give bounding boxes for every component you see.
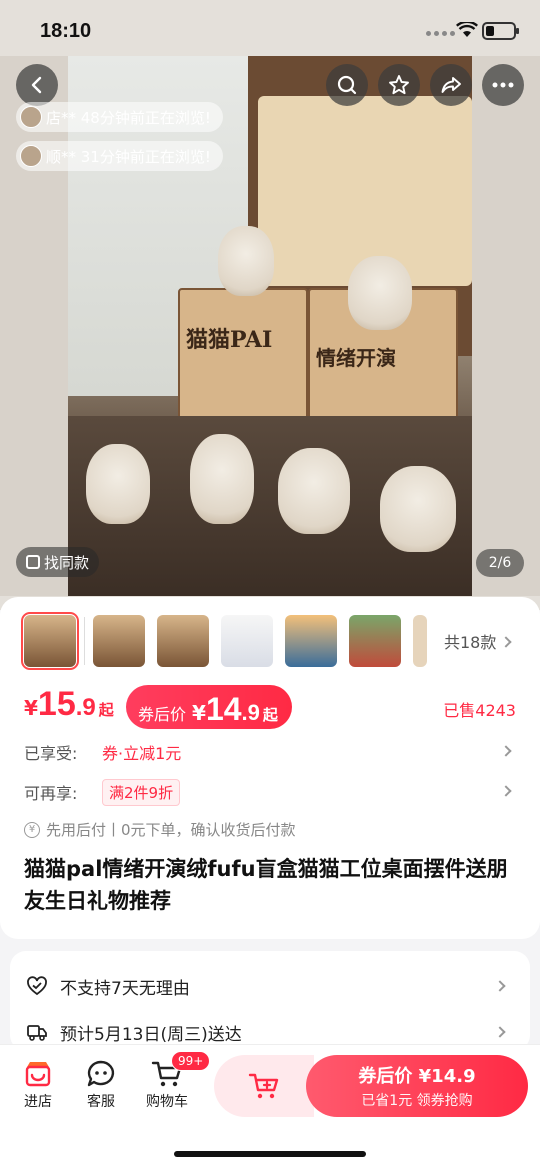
store-button[interactable]: 进店 xyxy=(8,1059,68,1111)
chevron-right-icon xyxy=(494,1026,506,1038)
chat-icon xyxy=(87,1060,115,1087)
variant-thumbnail[interactable] xyxy=(93,615,145,667)
price-integer: 15 xyxy=(37,685,76,723)
coupon-suffix: 起 xyxy=(262,706,278,724)
more-discount-label: 可再享: xyxy=(24,784,78,803)
buy-main-label: 券后价 ¥14.9 xyxy=(358,1066,476,1087)
variant-thumbnail[interactable] xyxy=(285,615,337,667)
price-currency: ¥ xyxy=(24,696,38,720)
chevron-left-icon xyxy=(31,76,42,94)
status-bar: 18:10 xyxy=(0,0,540,56)
all-variants-link[interactable]: 共18款 xyxy=(444,629,513,653)
back-button[interactable] xyxy=(16,64,58,106)
variant-thumbnail[interactable] xyxy=(413,615,427,667)
image-side-margin xyxy=(0,56,68,596)
more-icon xyxy=(492,82,514,88)
add-to-cart-button[interactable] xyxy=(214,1055,314,1117)
cart-label: 购物车 xyxy=(146,1094,188,1110)
customer-service-label: 客服 xyxy=(87,1094,115,1110)
battery-icon xyxy=(482,22,519,40)
home-indicator[interactable] xyxy=(174,1151,366,1157)
avatar xyxy=(20,145,42,167)
variant-thumbnail[interactable] xyxy=(349,615,401,667)
coupon-price-badge: 券后价 ¥ 14 .9 起 xyxy=(126,685,292,729)
signal-icon xyxy=(426,31,455,36)
chevron-right-icon xyxy=(500,636,513,648)
return-policy-label: 不支持7天无理由 xyxy=(60,978,190,999)
cat-figure xyxy=(86,444,150,524)
browsing-text: 店** 48分钟前正在浏览! xyxy=(46,108,211,127)
variant-thumbnail[interactable] xyxy=(21,612,79,670)
wifi-icon xyxy=(456,22,478,37)
price: ¥ 15 .9 起 xyxy=(24,685,114,724)
share-icon xyxy=(441,77,461,93)
browsing-notice: 顺** 31分钟前正在浏览! xyxy=(16,141,223,171)
browsing-notice: 店** 48分钟前正在浏览! xyxy=(16,102,223,132)
more-button[interactable] xyxy=(482,64,524,106)
share-button[interactable] xyxy=(430,64,472,106)
cat-figure xyxy=(278,448,350,534)
product-photo[interactable]: 猫猫PAI 情绪开演 xyxy=(68,56,472,596)
variant-thumbnail[interactable] xyxy=(221,615,273,667)
heart-shield-icon xyxy=(26,975,48,997)
pay-later-text: 先用后付丨0元下单，确认收货后付款 xyxy=(46,821,296,839)
product-title: 猫猫pal情绪开演绒fufu盲盒猫猫工位桌面摆件送朋友生日礼物推荐 xyxy=(24,857,508,913)
cat-figure xyxy=(380,466,456,552)
enjoyed-value: 券·立减1元 xyxy=(102,744,182,763)
cart-button[interactable]: 购物车 99+ xyxy=(137,1051,211,1111)
truck-icon xyxy=(26,1021,48,1043)
price-decimal: .9 xyxy=(75,694,96,721)
cat-figure xyxy=(190,434,254,524)
divider xyxy=(84,617,85,665)
service-card: 不支持7天无理由 预计5月13日(周三)送达 xyxy=(10,951,530,1051)
search-button[interactable] xyxy=(326,64,368,106)
bottom-action-bar: 进店 客服 购物车 99+ 券后价 ¥14.9 已省1元 领券抢购 xyxy=(0,1044,540,1168)
variants-total-label: 共18款 xyxy=(444,633,497,652)
variant-thumbnails xyxy=(21,612,427,670)
add-cart-icon xyxy=(248,1073,279,1099)
cart-count-badge: 99+ xyxy=(171,1051,211,1071)
photo-box-text: 猫猫PAI xyxy=(186,327,273,353)
sold-count: 已售4243 xyxy=(443,701,516,720)
discount-tag: 满2件9折 xyxy=(102,778,181,806)
enjoyed-discount-row[interactable]: 已享受: 券·立减1元 xyxy=(24,737,516,767)
yen-icon: ¥ xyxy=(24,821,40,838)
coupon-decimal: .9 xyxy=(241,700,260,725)
status-time: 18:10 xyxy=(40,20,92,42)
cat-figure xyxy=(218,226,274,296)
search-icon xyxy=(337,75,357,95)
favorite-button[interactable] xyxy=(378,64,420,106)
coupon-price-label: 券后价 xyxy=(138,705,187,724)
product-image-gallery[interactable]: 猫猫PAI 情绪开演 18:10 店** 48分钟前正在浏览! 顺** 31分钟… xyxy=(0,0,540,610)
price-row: ¥ 15 .9 起 券后价 ¥ 14 .9 起 已售4243 xyxy=(24,685,516,729)
more-discount-row[interactable]: 可再享: 满2件9折 xyxy=(24,777,516,807)
browsing-text: 顺** 31分钟前正在浏览! xyxy=(46,147,211,166)
chevron-right-icon xyxy=(500,745,512,757)
customer-service-button[interactable]: 客服 xyxy=(71,1059,131,1111)
delivery-label: 预计5月13日(周三)送达 xyxy=(60,1024,242,1045)
price-suffix: 起 xyxy=(98,701,114,719)
cat-figure xyxy=(348,256,412,330)
find-similar-label: 找同款 xyxy=(44,553,90,572)
store-icon xyxy=(25,1062,51,1087)
store-label: 进店 xyxy=(24,1094,52,1110)
return-policy-row[interactable]: 不支持7天无理由 xyxy=(26,968,514,1004)
buy-sub-label: 已省1元 领券抢购 xyxy=(361,1093,473,1109)
scan-icon xyxy=(26,555,40,569)
pay-later-notice: ¥ 先用后付丨0元下单，确认收货后付款 xyxy=(24,819,296,840)
buy-now-button[interactable]: 券后价 ¥14.9 已省1元 领券抢购 xyxy=(306,1055,528,1117)
coupon-integer: 14 xyxy=(205,691,242,727)
avatar xyxy=(20,106,42,128)
photo-box-text: 情绪开演 xyxy=(316,346,396,370)
image-counter: 2/6 xyxy=(476,549,524,577)
enjoyed-label: 已享受: xyxy=(24,744,78,763)
chevron-right-icon xyxy=(500,785,512,797)
product-info-card: 共18款 ¥ 15 .9 起 券后价 ¥ 14 .9 起 已售4243 已享受:… xyxy=(0,597,540,939)
star-icon xyxy=(389,75,409,95)
find-similar-button[interactable]: 找同款 xyxy=(16,547,100,577)
variant-thumbnail[interactable] xyxy=(157,615,209,667)
chevron-right-icon xyxy=(494,980,506,992)
image-side-margin xyxy=(472,56,540,596)
coupon-currency: ¥ xyxy=(192,701,206,725)
